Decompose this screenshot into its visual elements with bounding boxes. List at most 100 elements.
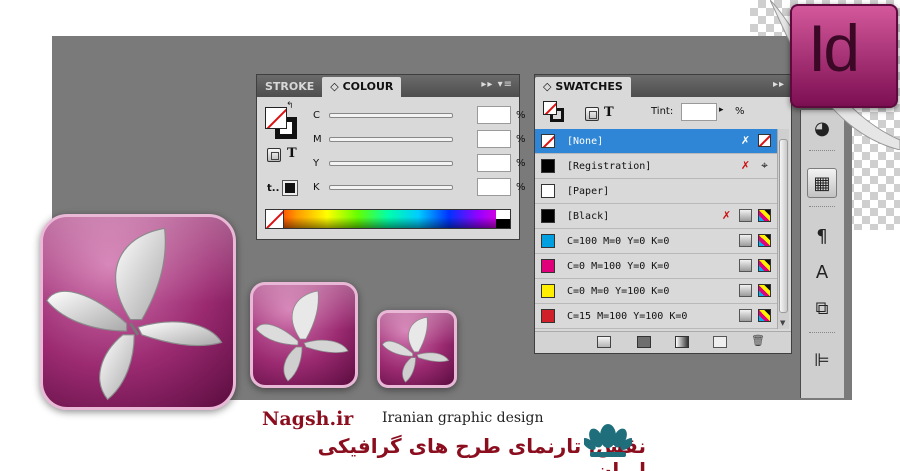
process-color-icon [739,284,752,297]
swap-fill-stroke-icon[interactable]: ↰ [286,101,294,111]
slider-label: K [313,181,320,193]
new-swatch-icon[interactable] [713,336,727,348]
swatch-chip [541,259,555,273]
swatch-name: C=0 M=0 Y=100 K=0 [567,285,670,297]
swatch-name: C=0 M=100 Y=0 K=0 [567,260,670,272]
tab-colour[interactable]: ◇ COLOUR [322,77,402,97]
swatch-name: C=15 M=100 Y=100 K=0 [567,310,688,322]
swatch-icons [739,309,771,322]
slider-value-input[interactable] [477,178,511,196]
swatch-row-red[interactable]: C=15 M=100 Y=100 K=0 [535,304,777,329]
slider-value-input[interactable] [477,154,511,172]
align-panel-icon[interactable]: ⊫ [807,346,837,376]
slider-unit: % [516,181,526,193]
butterfly-icon-small [377,310,457,388]
swatches-panel-icon[interactable]: ▦ [807,168,837,198]
panel-menu-icon[interactable]: ▸▸ ▾≡ [481,79,513,90]
swatch-chip [541,234,555,248]
swatch-row-magenta[interactable]: C=0 M=100 Y=0 K=0 [535,254,777,279]
tint-input[interactable] [681,103,717,121]
process-color-icon [739,309,752,322]
dock-grip[interactable] [809,332,835,335]
registration-icon: ⌖ [761,158,768,172]
spectrum-white-chip[interactable] [496,210,510,219]
swatch-chip [541,309,555,323]
show-all-swatches-icon[interactable] [597,336,611,348]
slider-label: Y [313,157,320,169]
formatting-text-icon[interactable]: T [287,146,297,161]
slider-track[interactable] [329,184,453,190]
cmyk-mode-icon [758,234,771,247]
cmyk-mode-icon [758,259,771,272]
dock-grip[interactable] [809,150,835,153]
show-color-swatches-icon[interactable] [637,336,651,348]
brand-tagline: Iranian graphic design [382,410,544,426]
spectrum-black-chip[interactable] [496,219,510,228]
swatch-scrollbar[interactable]: ▼ [777,129,789,329]
swatch-chip [541,209,555,223]
butterfly-icon [255,290,349,382]
slider-yellow: Y % [313,153,526,173]
formatting-container-icon[interactable] [267,148,281,162]
scroll-down-icon[interactable]: ▼ [780,319,785,327]
swatch-row-yellow[interactable]: C=0 M=0 Y=100 K=0 [535,279,777,304]
slider-value-input[interactable] [477,130,511,148]
slider-value-input[interactable] [477,106,511,124]
swatch-icons: ✗ [720,209,771,222]
swatch-name: [None] [567,135,604,147]
swatch-name: [Registration] [567,160,652,172]
object-style-icon[interactable]: ⧉ [807,294,837,324]
spectrum-none-chip[interactable] [266,210,284,228]
slider-magenta: M % [313,129,526,149]
slider-track[interactable] [329,160,453,166]
swatch-icons: ✗ ⌖ [739,158,771,173]
tint-arrow-icon[interactable]: ▸ [719,105,724,115]
panel-dock-strip: ◕ ▦ ¶ A ⧉ ⊫ [800,110,844,398]
cmyk-mode-icon [758,284,771,297]
butterfly-icon-medium [250,282,358,388]
cmyk-mode-icon [758,209,771,222]
no-edit-icon: ✗ [740,134,751,147]
colour-panel: STROKE ◇ COLOUR ▸▸ ▾≡ ↰ T t.. C % M % Y … [256,74,526,240]
tab-stroke[interactable]: STROKE [257,77,322,97]
fill-proxy-icon[interactable] [543,101,557,115]
character-style-icon[interactable]: A [807,258,837,288]
swatch-row-paper[interactable]: [Paper] [535,179,777,204]
swatch-row-cyan[interactable]: C=100 M=0 Y=0 K=0 [535,229,777,254]
formatting-container-icon[interactable] [585,107,599,121]
tab-swatches-icon: ◇ [543,80,552,93]
swatch-row-registration[interactable]: [Registration] ✗ ⌖ [535,154,777,179]
last-color-icon[interactable] [282,180,298,196]
slider-track[interactable] [329,112,453,118]
swatch-list: [None] ✗ [Registration] ✗ ⌖ [Paper] [Bla… [535,129,777,329]
colour-panel-tabbar: STROKE ◇ COLOUR ▸▸ ▾≡ [257,75,519,97]
swatch-chip [541,159,555,173]
fill-stroke-proxy[interactable] [265,107,299,141]
tint-label: Tint: [651,106,674,117]
show-gradient-swatches-icon[interactable] [675,336,689,348]
swatch-chip [541,134,555,148]
tab-colour-icon: ◇ [330,80,339,93]
colour-spectrum-ramp[interactable] [265,209,511,229]
fill-stroke-proxy[interactable] [543,101,565,123]
indesign-logo: Id [790,4,898,108]
slider-track[interactable] [329,136,453,142]
process-color-icon [739,234,752,247]
swatch-icons [739,259,771,272]
paragraph-style-icon[interactable]: ¶ [807,222,837,252]
dock-grip[interactable] [809,206,835,209]
swatches-panel: ◇ SWATCHES ▸▸ T Tint: ▸ % [None] ✗ [Regi… [534,74,792,354]
scroll-thumb[interactable] [779,139,788,313]
no-edit-icon: ✗ [740,159,751,172]
swatch-row-none[interactable]: [None] ✗ [535,129,777,154]
formatting-text-icon[interactable]: T [604,105,614,120]
slider-unit: % [516,133,526,145]
swatch-name: [Black] [567,210,610,222]
slider-label: M [313,133,322,145]
butterfly-icon-large [40,214,236,410]
process-color-icon [739,259,752,272]
swatch-row-black[interactable]: [Black] ✗ [535,204,777,229]
tab-swatches[interactable]: ◇ SWATCHES [535,77,631,97]
fill-proxy-icon[interactable] [265,107,287,129]
delete-swatch-icon[interactable]: 🗑 [751,334,765,347]
